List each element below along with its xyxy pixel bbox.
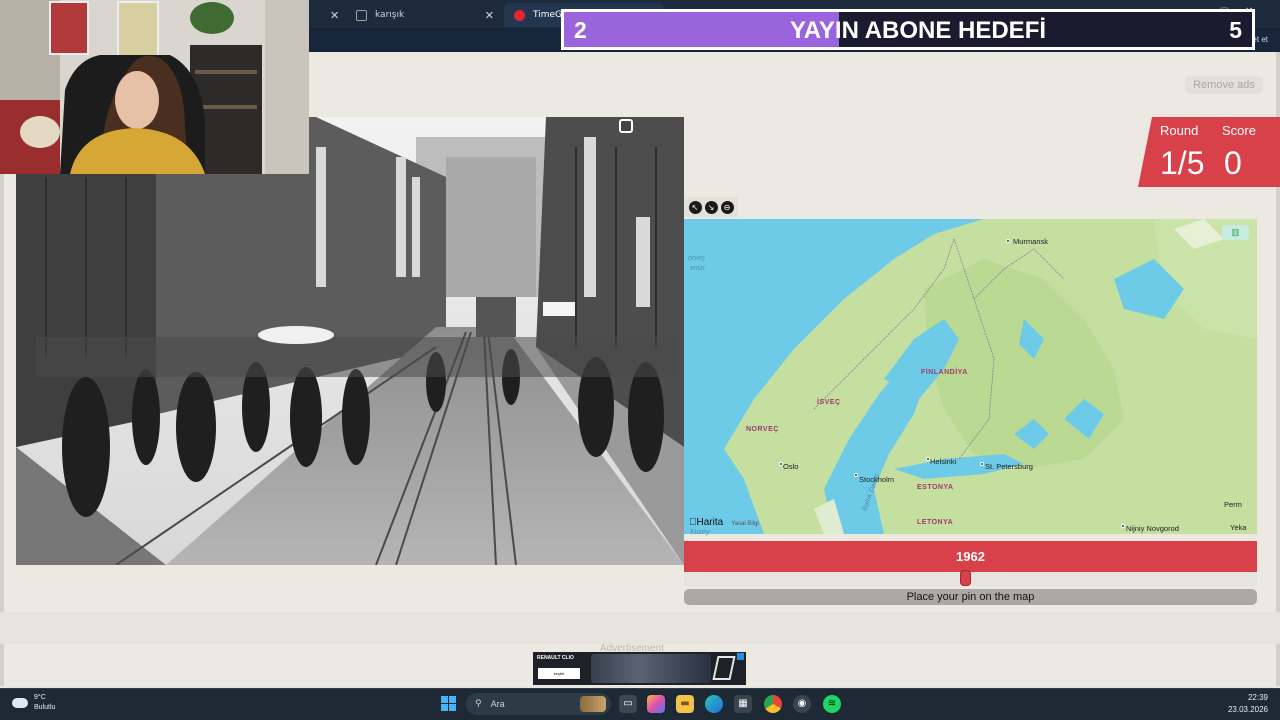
country-label: ESTONYA [917,484,954,491]
city-dot [854,473,858,477]
map-type-toggle-icon[interactable]: ▥ [1222,225,1249,240]
tab-favicon-icon [356,9,367,21]
streamer-webcam [0,0,309,174]
map-attribution-text: Harita [689,517,724,528]
cloud-icon [12,698,28,708]
tab-title: karışık [375,10,405,20]
city-label-nijniy-novgorod: Nijniy Novgorod [1126,524,1179,533]
weather-temperature: 9°C [34,694,46,701]
country-label: NORVEÇ [746,426,779,433]
browser-tab-karisik[interactable]: karışık ✕ [346,3,504,27]
browser-tab-prev[interactable]: ✕ [312,3,349,27]
city-label-perm: Perm [1224,500,1242,509]
place-pin-button[interactable]: Place your pin on the map [684,589,1257,605]
goal-target-count: 5 [1229,17,1242,43]
store-icon[interactable]: ▦ [734,695,752,713]
windows-taskbar [0,688,1280,720]
search-highlight-image [580,696,606,712]
score-panel: Round Score 1/5 0 [1138,117,1280,187]
ad-close-icon[interactable] [737,653,744,660]
city-label-helsinki: Helsinki [930,457,957,466]
ad-brand: RENAULT CLIO [537,655,574,661]
search-icon: ⚲ [475,699,482,709]
guess-map[interactable]: orveç enizi Baltık Denizi FİNLANDİYA İSV… [684,219,1257,534]
copilot-app-icon[interactable] [647,695,665,713]
city-label-murmansk: Murmansk [1013,237,1049,246]
guess-photo[interactable] [16,117,684,565]
map-legal-link[interactable]: Yasal Bilgi [731,521,759,527]
sea-label: orveç [688,255,706,262]
city-dot [1121,524,1125,528]
map-shrink-icon[interactable]: ↘ [704,200,718,214]
windows-start-icon[interactable] [441,696,456,711]
file-explorer-icon[interactable]: ▬ [676,695,694,713]
clock-date: 23.03.2026 [1227,705,1268,714]
edge-browser-icon[interactable] [705,695,723,713]
year-slider-handle[interactable] [959,570,971,586]
city-label-stockholm: Stockholm [859,475,895,484]
country-label: İSVEÇ [817,399,841,406]
country-label: FİNLANDİYA [921,369,968,376]
city-label-oslo: Oslo [783,462,799,471]
weather-widget[interactable]: 9°C Bulutlu [12,693,55,713]
clock-time: 22:39 [1247,693,1268,702]
subscriber-goal-bar: 2 YAYIN ABONE HEDEFİ 5 [561,9,1255,50]
round-value: 1/5 [1160,145,1205,181]
score-label: Score [1222,123,1256,138]
weather-condition: Bulutlu [34,704,56,711]
ad-car-image [591,654,711,683]
street-scene-image [16,117,684,565]
renault-logo-icon [712,656,736,680]
map-attribution: Harita Yasal Bilgi [689,517,759,528]
webcam-image [0,0,309,174]
map-controls: ↖ ↘ ⊖ [684,197,738,217]
year-display: 1962 [684,541,1257,572]
tab-favicon-icon [514,9,525,21]
map-pin-lock-icon[interactable]: ⊖ [720,200,734,214]
page-footer [0,612,1280,644]
close-icon[interactable]: ✕ [485,9,494,22]
sea-label: enizi [690,265,705,272]
goal-title: YAYIN ABONE HEDEFİ [789,17,1047,44]
city-dot [980,462,984,466]
taskbar-search[interactable]: ⚲ Ara [466,693,611,715]
spotify-icon[interactable]: ≋ [823,695,841,713]
photo-fullscreen-icon[interactable] [619,119,633,133]
score-value: 0 [1224,145,1242,181]
close-icon[interactable]: ✕ [330,9,339,22]
sea-label: Kuzey [690,529,710,536]
system-tray-clock[interactable]: 22:39 23.03.2026 [1228,692,1268,716]
map-terrain [724,219,1257,534]
map-logo: Harita [689,517,723,528]
chrome-icon[interactable] [764,695,782,713]
search-label: Ara [490,699,505,709]
city-label-st-petersburg: St. Petersburg [985,462,1033,471]
city-label-yeka: Yeka [1230,523,1247,532]
task-view-icon[interactable]: ▭ [619,695,637,713]
city-dot [1006,239,1010,243]
ad-banner[interactable]: RENAULT CLIO keşfet [533,652,746,685]
country-label: LETONYA [917,519,954,526]
ad-cta-button[interactable]: keşfet [538,668,580,679]
round-label: Round [1160,123,1199,138]
obs-icon[interactable]: ◉ [793,695,811,713]
map-expand-icon[interactable]: ↖ [688,200,702,214]
remove-ads-button[interactable]: Remove ads [1185,76,1263,94]
